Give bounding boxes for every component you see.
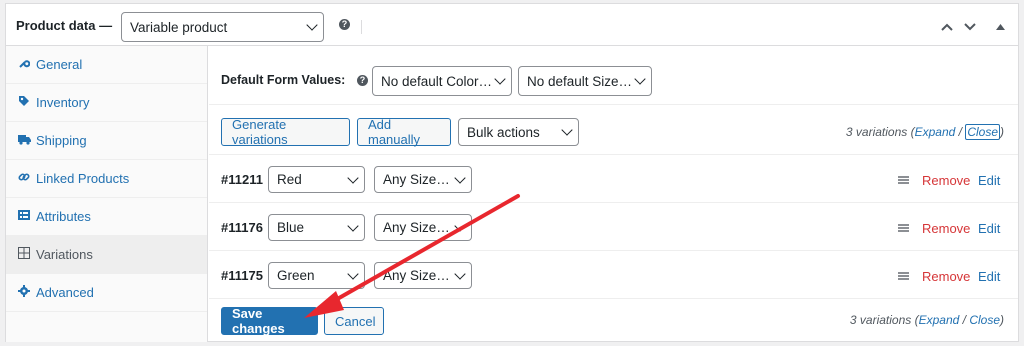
annotation-arrow bbox=[304, 194, 520, 318]
